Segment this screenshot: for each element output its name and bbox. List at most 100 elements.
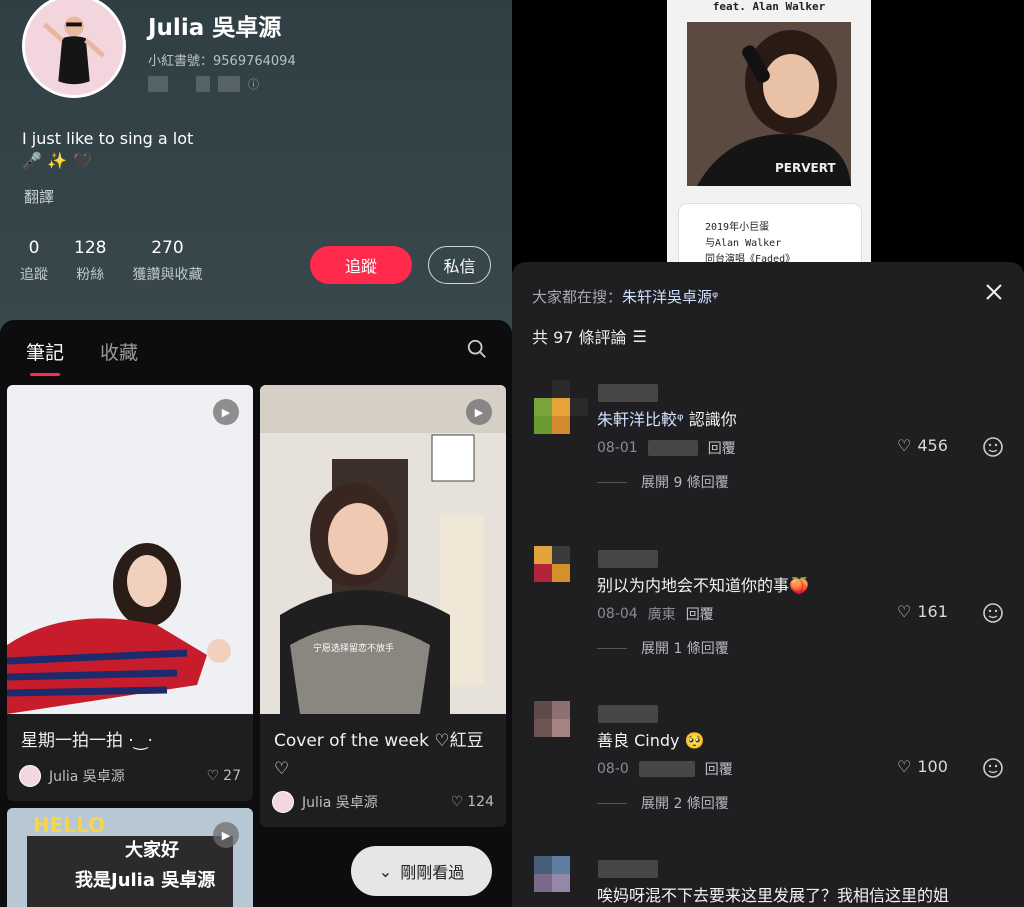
heart-icon: ♡	[897, 757, 912, 776]
stat-followers[interactable]: 128 粉絲	[74, 238, 106, 284]
note-title: Cover of the week ♡紅豆 ♡	[274, 731, 484, 779]
shirt-text: PERVERT	[775, 161, 836, 175]
play-icon: ▶	[213, 399, 239, 425]
tab-collections[interactable]: 收藏	[100, 338, 138, 376]
tab-notes[interactable]: 筆記	[26, 338, 64, 376]
message-button[interactable]: 私信	[428, 246, 491, 284]
comment-count[interactable]: 共 97 條評論 ☰	[532, 324, 647, 348]
profile-avatar[interactable]	[22, 0, 126, 98]
comment-like-button[interactable]: ♡ 456	[897, 436, 948, 455]
poster-photo: PERVERT	[687, 22, 851, 186]
like-button[interactable]: ♡ 27	[207, 768, 241, 784]
emoji-react-icon[interactable]	[982, 757, 1004, 779]
stat-following[interactable]: 0 追蹤	[20, 238, 48, 284]
comment-text: 唉妈呀混不下去要来这里发展了？我相信这里的姐	[597, 886, 950, 905]
comment-date: 08-04	[597, 606, 638, 622]
profile-bio: I just like to sing a lot 🎤 ✨ 🖤	[22, 128, 193, 172]
profile-name: Julia 吳卓源	[148, 15, 282, 41]
comment-meta: 08-01 回覆	[597, 438, 736, 458]
comment-text: 善良 Cindy 🥺	[597, 731, 705, 750]
reply-button[interactable]: 回覆	[686, 604, 714, 624]
translate-link[interactable]: 翻譯	[24, 186, 54, 207]
reply-button[interactable]: 回覆	[708, 438, 736, 458]
note-title: 星期一拍一拍 ·‿·	[21, 731, 153, 751]
bio-emoji: 🎤 ✨ 🖤	[22, 151, 92, 170]
commenter-name[interactable]	[598, 384, 658, 402]
comment-meta: 08-0 回覆	[597, 759, 733, 779]
like-count: 456	[917, 436, 948, 455]
trending-search[interactable]: 大家都在搜：朱轩洋吳卓源ᵠ	[532, 286, 718, 307]
expand-replies[interactable]: 展開 2 條回覆	[597, 793, 729, 813]
reply-button[interactable]: 回覆	[705, 759, 733, 779]
stat-likes-collects[interactable]: 270 獲讚與收藏	[132, 238, 202, 284]
poster-caption: feat. Alan Walker	[712, 0, 826, 13]
comments-panel: feat. Alan Walker PERVERT 2019年小巨蛋 与Alan…	[512, 0, 1024, 907]
sort-icon: ☰	[632, 326, 647, 346]
search-icon[interactable]	[466, 338, 488, 360]
emoji-react-icon[interactable]	[982, 602, 1004, 624]
heart-icon: ♡	[897, 436, 912, 455]
search-keyword[interactable]: 朱轩洋吳卓源	[622, 288, 712, 306]
note-image	[7, 385, 253, 714]
stat-value: 0	[28, 238, 40, 258]
feed-tabs: 筆記 收藏	[26, 338, 138, 376]
comment-location: 廣東	[647, 607, 676, 623]
play-icon: ▶	[466, 399, 492, 425]
heart-icon: ♡	[897, 602, 912, 621]
heart-icon: ♡	[206, 768, 220, 784]
commenter-name[interactable]	[598, 860, 658, 878]
note-card[interactable]: HELLO 大家好 我是Julia 吳卓源 ▶	[7, 808, 253, 907]
expand-replies[interactable]: 展開 1 條回覆	[597, 638, 729, 658]
stat-value: 128	[74, 238, 107, 258]
note-author[interactable]: Julia 吳卓源	[19, 765, 125, 787]
comment-like-button[interactable]: ♡ 161	[897, 602, 948, 621]
note-author[interactable]: Julia 吳卓源	[272, 791, 378, 813]
author-avatar	[19, 765, 41, 787]
like-button[interactable]: ♡ 124	[451, 794, 494, 810]
stat-value: 270	[151, 238, 184, 258]
play-icon: ▶	[213, 822, 239, 848]
recently-viewed-button[interactable]: ⌄ 剛剛看過	[351, 846, 492, 896]
close-icon[interactable]	[984, 282, 1004, 302]
commenter-avatar[interactable]	[534, 546, 588, 604]
commenter-name[interactable]	[598, 705, 658, 723]
blurred-info: ⓘ	[148, 76, 259, 92]
comment-text: 朱軒洋比較ᵠ 認識你	[597, 410, 737, 429]
author-name: Julia 吳卓源	[49, 769, 125, 785]
commenter-avatar[interactable]	[534, 380, 588, 438]
follow-button[interactable]: 追蹤	[310, 246, 412, 284]
stat-label: 追蹤	[20, 267, 48, 283]
author-name: Julia 吳卓源	[302, 795, 378, 811]
profile-panel: Julia 吳卓源 小紅書號：9569764094 ⓘ I just like …	[0, 0, 512, 907]
hello-text: HELLO	[33, 813, 105, 837]
commenter-name[interactable]	[598, 550, 658, 568]
stat-label: 粉絲	[76, 267, 105, 283]
comment-text: 别以为内地会不知道你的事🍑	[597, 576, 809, 595]
like-count: 124	[467, 794, 494, 810]
info-icon[interactable]: ⓘ	[248, 76, 259, 92]
bio-text: I just like to sing a lot	[22, 129, 194, 148]
comment-date: 08-0	[597, 761, 629, 777]
chevron-down-icon: ⌄	[378, 861, 393, 881]
comment-sheet: 大家都在搜：朱轩洋吳卓源ᵠ 共 97 條評論 ☰ 朱軒洋比較ᵠ 認識你 08-0…	[512, 262, 1024, 907]
profile-stats: 0 追蹤 128 粉絲 270 獲讚與收藏	[20, 238, 202, 284]
note-card[interactable]: ▶ 星期一拍一拍 ·‿· Julia 吳卓源 ♡ 27	[7, 385, 253, 801]
expand-replies[interactable]: 展開 9 條回覆	[597, 472, 729, 492]
notes-feed: 筆記 收藏 ▶ 星期一拍一拍 ·‿· Julia 吳卓源 ♡ 27 宁愿选择留恋…	[0, 320, 512, 907]
note-card[interactable]: 宁愿选择留恋不放手 ▶ Cover of the week ♡紅豆 ♡ Juli…	[260, 385, 506, 827]
comment-like-button[interactable]: ♡ 100	[897, 757, 948, 776]
comment-meta: 08-04 廣東 回覆	[597, 604, 714, 624]
recent-label: 剛剛看過	[400, 863, 465, 882]
commenter-avatar[interactable]	[534, 856, 588, 907]
commenter-avatar[interactable]	[534, 701, 588, 759]
stat-label: 獲讚與收藏	[132, 267, 203, 283]
note-image: HELLO 大家好 我是Julia 吳卓源	[7, 808, 253, 907]
image-text: 大家好	[125, 839, 179, 861]
emoji-react-icon[interactable]	[982, 436, 1004, 458]
like-count: 27	[223, 768, 241, 784]
image-text: 我是Julia 吳卓源	[75, 869, 215, 891]
note-meta: Julia 吳卓源 ♡ 27	[19, 765, 241, 787]
video-subtitle: 宁愿选择留恋不放手	[313, 642, 394, 654]
video-frame: feat. Alan Walker PERVERT 2019年小巨蛋 与Alan…	[667, 0, 871, 274]
note-image: 宁愿选择留恋不放手	[260, 385, 506, 714]
